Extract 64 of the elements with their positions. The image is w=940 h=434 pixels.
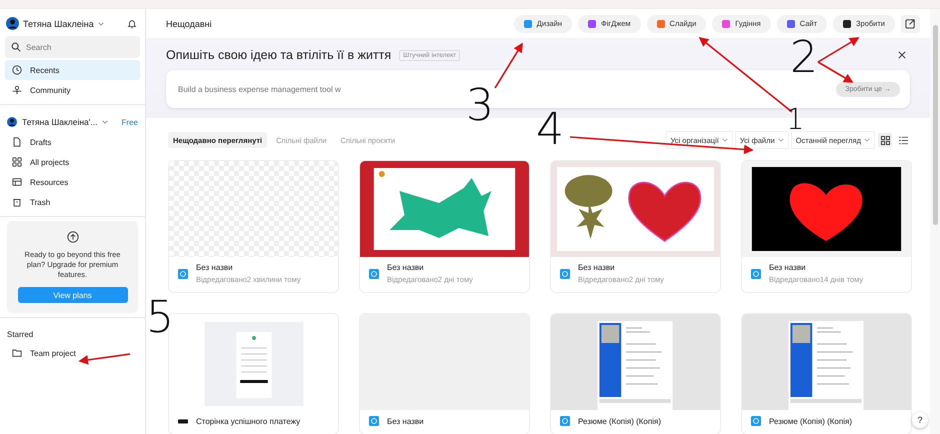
sidebar-item[interactable]: Community — [5, 80, 140, 100]
grid-icon — [880, 136, 890, 144]
ai-heading: Опишіть свою ідею та втіліть її в життя — [166, 48, 392, 62]
sidebar-item[interactable]: Resources — [5, 172, 140, 192]
import-icon — [905, 18, 916, 29]
nav-icon — [12, 85, 22, 95]
file-card[interactable]: Резюме (Копія) (Копія) — [550, 313, 721, 434]
caret-icon — [778, 138, 784, 142]
sidebar-item[interactable]: Recents — [5, 60, 140, 80]
list-icon — [898, 136, 908, 144]
close-icon[interactable] — [898, 51, 906, 59]
bell-icon[interactable] — [127, 18, 137, 28]
nav-icon — [12, 197, 22, 207]
file-type-icon — [560, 416, 570, 426]
file-name: Без назви — [769, 263, 807, 272]
annotation-arrow — [494, 42, 523, 88]
nav-icon — [12, 177, 22, 187]
file-card[interactable]: Без назви — [359, 313, 530, 434]
sidebar-item[interactable]: All projects — [5, 152, 140, 172]
handwritten-number: 1 — [786, 108, 804, 130]
avatar-icon — [7, 117, 17, 127]
sidebar-item[interactable]: Team project — [5, 343, 140, 363]
file-name: Резюме (Копія) (Копія) — [578, 416, 661, 426]
file-name: Без назви — [578, 263, 616, 272]
avatar-icon — [6, 17, 19, 30]
nav-icon — [12, 65, 22, 75]
search-icon — [11, 42, 21, 52]
file-name: Резюме (Копія) (Копія) — [769, 416, 852, 426]
caret-icon — [98, 22, 104, 26]
file-name: Без назви — [196, 263, 234, 272]
help-button[interactable]: ? — [912, 412, 928, 428]
file-type-icon — [369, 268, 379, 278]
annotation-arrow — [818, 37, 860, 63]
plan-label: Free — [122, 118, 138, 126]
file-type-icon — [178, 268, 188, 278]
file-name: Сторінка успішного платежу — [196, 416, 300, 426]
sidebar-item[interactable]: Trash — [5, 192, 140, 212]
import-button[interactable] — [901, 14, 920, 32]
file-type-icon — [369, 416, 379, 426]
caret-icon — [722, 138, 728, 142]
scrollbar-thumb[interactable] — [932, 25, 938, 225]
file-card[interactable]: Резюме (Копія) (Копія) — [741, 313, 912, 434]
search-field[interactable]: Search — [5, 36, 140, 58]
file-type-icon — [560, 268, 570, 278]
file-type-icon — [751, 268, 761, 278]
nav-icon — [12, 157, 22, 167]
team-name[interactable]: Тетяна Шаклеіна'... — [22, 117, 98, 127]
file-name: Без назви — [387, 263, 425, 272]
annotation-arrow — [78, 353, 130, 365]
nav-icon — [12, 137, 22, 147]
caret-icon — [102, 120, 108, 124]
file-type-icon — [751, 416, 761, 426]
folder-icon — [12, 348, 22, 358]
view-toggle[interactable] — [878, 133, 892, 147]
caret-icon — [864, 138, 870, 142]
user-name[interactable]: Тетяна Шаклеіна — [23, 18, 94, 28]
annotation-arrow — [818, 61, 854, 83]
file-card[interactable]: Сторінка успішного платежу — [168, 313, 339, 434]
page-title: Нещодавні — [166, 18, 212, 28]
upgrade-icon — [66, 231, 78, 243]
section-heading[interactable]: Starred — [7, 330, 34, 339]
sidebar-item[interactable]: Drafts — [5, 132, 140, 152]
file-name: Без назви — [387, 416, 424, 426]
handwritten-number: 4 — [536, 108, 564, 152]
